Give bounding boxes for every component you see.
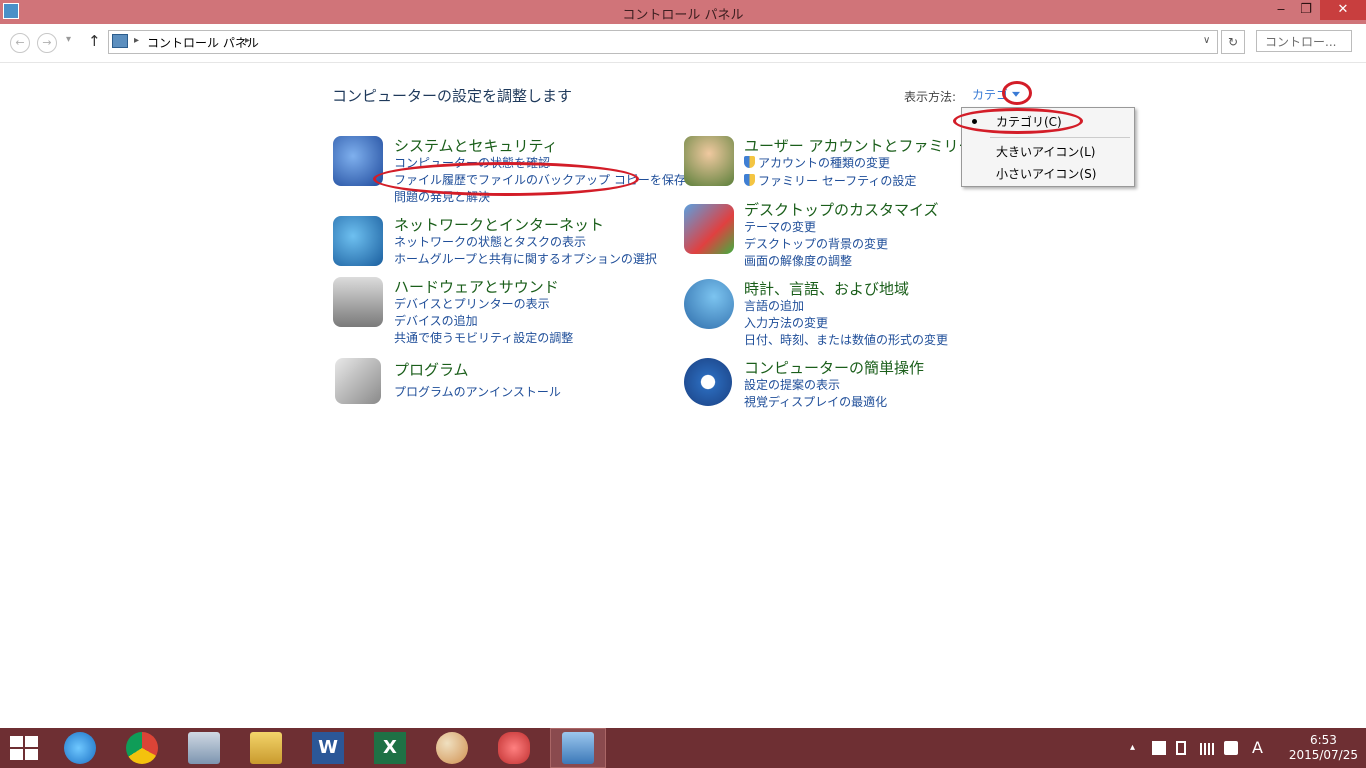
printer-speaker-icon[interactable] — [333, 277, 383, 327]
battery-icon[interactable] — [1176, 741, 1186, 755]
network-signal-icon[interactable] — [1200, 743, 1214, 755]
back-button[interactable]: ← — [10, 33, 30, 53]
category-ease-of-access[interactable]: コンピューターの簡単操作 — [744, 357, 924, 378]
clock-globe-icon[interactable] — [684, 279, 734, 329]
link-change-background[interactable]: デスクトップの背景の変更 — [744, 235, 888, 252]
link-date-time-format[interactable]: 日付、時刻、または数値の形式の変更 — [744, 331, 948, 348]
link-network-status[interactable]: ネットワークの状態とタスクの表示 — [394, 233, 586, 250]
annotation-ellipse — [953, 108, 1083, 134]
desktop-customize-icon[interactable] — [684, 204, 734, 254]
menu-item-small-icons[interactable]: 小さいアイコン(S) — [996, 165, 1096, 182]
category-programs[interactable]: プログラム — [394, 359, 469, 380]
clock-date: 2015/07/25 — [1288, 748, 1358, 762]
page-title: コンピューターの設定を調整します — [332, 87, 573, 105]
link-screen-resolution[interactable]: 画面の解像度の調整 — [744, 252, 852, 269]
address-bar[interactable]: ▸ コントロール パネル ▸ ∨ — [108, 30, 1218, 54]
link-optimize-display[interactable]: 視覚ディスプレイの最適化 — [744, 393, 887, 410]
link-devices-printers[interactable]: デバイスとプリンターの表示 — [394, 295, 550, 312]
volume-muted-icon[interactable] — [1224, 741, 1238, 755]
link-uninstall-program[interactable]: プログラムのアンインストール — [394, 383, 561, 400]
ease-of-access-icon[interactable] — [684, 358, 732, 406]
forward-button[interactable]: → — [37, 33, 57, 53]
category-clock-language-region[interactable]: 時計、言語、および地域 — [744, 278, 909, 299]
link-change-account-type[interactable]: アカウントの種類の変更 — [744, 154, 890, 171]
category-system-security[interactable]: システムとセキュリティ — [394, 135, 558, 156]
programs-icon[interactable] — [335, 358, 381, 404]
category-network-internet[interactable]: ネットワークとインターネット — [394, 214, 604, 235]
link-change-theme[interactable]: テーマの変更 — [744, 218, 816, 235]
file-explorer-icon[interactable] — [250, 732, 282, 764]
action-center-icon[interactable] — [1152, 741, 1166, 755]
category-hardware-sound[interactable]: ハードウェアとサウンド — [394, 276, 559, 297]
uac-shield-icon — [744, 174, 755, 186]
address-dropdown-button[interactable]: ∨ — [1203, 35, 1210, 46]
breadcrumb-control-panel[interactable]: コントロール パネル — [147, 34, 259, 51]
close-button[interactable]: ✕ — [1320, 0, 1366, 20]
annotation-ellipse — [373, 162, 639, 196]
annotation-ellipse — [1002, 81, 1032, 105]
navigation-bar: ← → ▾ ↑ ▸ コントロール パネル ▸ ∨ ↻ コントロー... — [0, 24, 1366, 63]
paint-icon[interactable] — [436, 732, 468, 764]
photo-viewer-icon[interactable] — [188, 732, 220, 764]
uac-shield-icon — [744, 156, 755, 168]
recent-locations-button[interactable]: ▾ — [66, 34, 71, 45]
control-panel-icon — [112, 34, 128, 48]
menu-item-large-icons[interactable]: 大きいアイコン(L) — [996, 143, 1095, 160]
link-mobility-settings[interactable]: 共通で使うモビリティ設定の調整 — [394, 329, 573, 346]
restore-button[interactable]: ❐ — [1292, 0, 1320, 20]
chrome-icon[interactable] — [126, 732, 158, 764]
search-input[interactable]: コントロー... — [1256, 30, 1352, 52]
windows-start-icon[interactable] — [10, 736, 38, 760]
link-settings-suggestions[interactable]: 設定の提案の表示 — [744, 376, 840, 393]
snipping-tool-icon[interactable] — [498, 732, 530, 764]
title-bar: コントロール パネル ‒ ❐ ✕ — [0, 0, 1366, 24]
internet-explorer-icon[interactable] — [64, 732, 96, 764]
menu-separator — [990, 137, 1130, 138]
up-button[interactable]: ↑ — [88, 32, 101, 50]
control-panel-taskbar-icon[interactable] — [562, 732, 594, 764]
category-desktop-customize[interactable]: デスクトップのカスタマイズ — [744, 199, 939, 220]
link-add-device[interactable]: デバイスの追加 — [394, 312, 478, 329]
minimize-button[interactable]: ‒ — [1267, 0, 1295, 20]
excel-icon[interactable]: X — [374, 732, 406, 764]
breadcrumb-separator[interactable]: ▸ — [134, 35, 139, 46]
window-title: コントロール パネル — [622, 8, 744, 23]
clock[interactable]: 6:53 2015/07/25 — [1289, 733, 1358, 763]
refresh-button[interactable]: ↻ — [1221, 30, 1245, 54]
show-hidden-icons-button[interactable]: ▴ — [1130, 742, 1135, 753]
user-accounts-icon[interactable] — [684, 136, 734, 186]
taskbar: W X ▴ A 6:53 2015/07/25 — [0, 728, 1366, 768]
network-globe-icon[interactable] — [333, 216, 383, 266]
ime-indicator[interactable]: A — [1252, 738, 1263, 757]
word-icon[interactable]: W — [312, 732, 344, 764]
clock-time: 6:53 — [1309, 733, 1337, 747]
view-by-label: 表示方法: — [904, 90, 957, 104]
link-change-input-method[interactable]: 入力方法の変更 — [744, 314, 828, 331]
link-family-safety[interactable]: ファミリー セーフティの設定 — [744, 172, 916, 189]
link-add-language[interactable]: 言語の追加 — [744, 297, 804, 314]
breadcrumb-separator[interactable]: ▸ — [245, 35, 250, 46]
link-homegroup-options[interactable]: ホームグループと共有に関するオプションの選択 — [394, 250, 657, 267]
